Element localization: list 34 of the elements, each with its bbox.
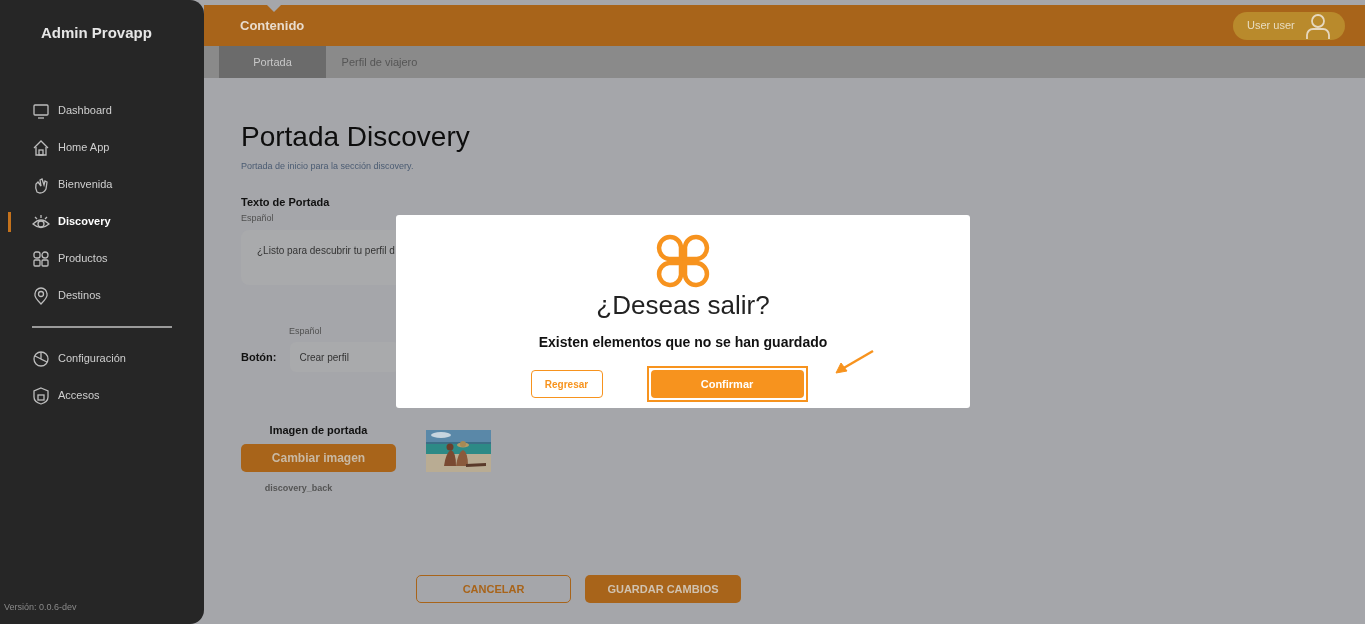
sidebar-item[interactable]: Dashboard <box>32 101 112 120</box>
sidebar-item[interactable]: Destinos <box>32 286 101 305</box>
page-subtitle: Portada de inicio para la sección discovery. <box>241 160 415 173</box>
section-title: Contenido <box>240 16 305 35</box>
shield-icon <box>32 386 50 405</box>
grid-icon <box>32 249 50 268</box>
pointer-notch <box>267 5 281 12</box>
house-icon <box>32 138 50 157</box>
eye-icon <box>32 212 50 231</box>
dialog-message: Existen elementos que no se han guardado <box>538 333 828 352</box>
field-label: Botón: <box>241 349 277 365</box>
sidebar-item[interactable]: Productos <box>32 249 108 268</box>
file-name: discovery_back <box>264 481 333 495</box>
clover-logo-icon <box>655 234 711 288</box>
gear-icon <box>32 349 50 368</box>
sidebar-item[interactable]: Configuración <box>32 349 126 368</box>
field-label: Texto de Portada <box>241 194 331 210</box>
language-label: Español <box>289 324 322 338</box>
version-text: Versión: 0.0.6-dev <box>4 600 78 614</box>
sidebar-item[interactable]: Accesos <box>32 386 100 405</box>
sidebar-item[interactable]: Discovery <box>32 212 111 231</box>
dialog-title: ¿Deseas salir? <box>596 290 770 320</box>
app-title: Admin Provapp <box>41 23 153 42</box>
tab[interactable]: Portada <box>219 46 326 78</box>
page-title: Portada Discovery <box>241 120 471 154</box>
field-label: Imagen de portada <box>269 423 368 438</box>
user-icon <box>1304 12 1331 39</box>
location-pin-icon <box>32 286 50 305</box>
hand-icon <box>32 175 50 194</box>
pointer-arrow <box>834 349 876 375</box>
sidebar-item[interactable]: Bienvenida <box>32 175 113 194</box>
monitor-icon <box>32 101 50 120</box>
sidebar-item[interactable]: Home App <box>32 138 110 157</box>
language-label: Español <box>241 212 275 225</box>
